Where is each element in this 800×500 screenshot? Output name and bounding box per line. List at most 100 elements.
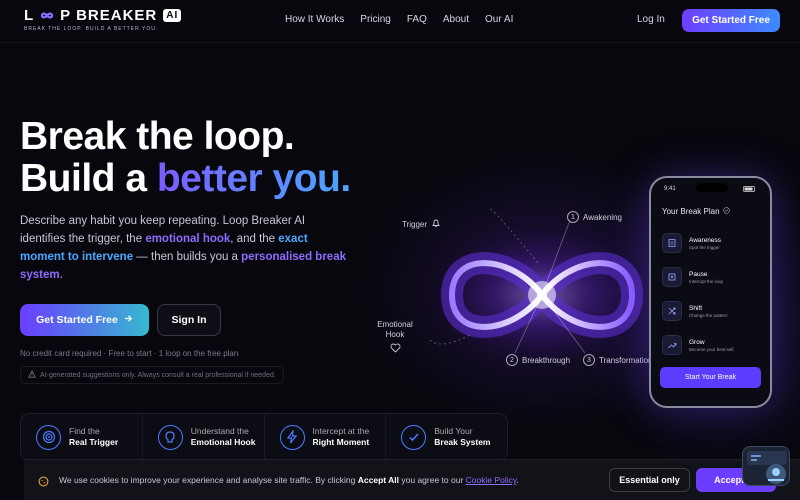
loop-label-emotional-hook: Emotional Hook (377, 320, 413, 356)
heart-icon (377, 343, 413, 356)
step-sub: Become your best self (689, 347, 734, 352)
phone-notch (696, 183, 728, 192)
nav-link-our-ai[interactable]: Our AI (485, 14, 513, 25)
step-number: 2 (506, 354, 518, 366)
logo-wordmark: P BREAKER (60, 7, 158, 24)
step-title: Shift (689, 305, 703, 312)
loop-label-transformation: 3 Transformation (583, 354, 653, 366)
start-your-break-button[interactable]: Start Your Break (660, 367, 761, 388)
plan-title-text: Your Break Plan (662, 207, 720, 216)
cookie-message: We use cookies to improve your experienc… (59, 475, 519, 485)
cookie-text-bold: Accept All (357, 475, 400, 485)
hero-note: No credit card required · Free to start … (20, 349, 239, 358)
arrow-right-icon (124, 314, 133, 326)
login-link[interactable]: Log In (637, 14, 665, 25)
hero-title: Break the loop. Build a better you. (20, 116, 351, 200)
awakening-text: Awakening (583, 212, 622, 222)
feature-break-system: Build Your Break System (386, 414, 507, 460)
hero-title-line2-a: Build a (20, 157, 157, 200)
phone-mockup: 9:41 Your Break Plan Awareness Spot the t… (649, 176, 772, 408)
essential-only-button[interactable]: Essential only (609, 468, 690, 492)
hero-description: Describe any habit you keep repeating. L… (20, 212, 350, 284)
plan-step-pause[interactable]: Pause Interrupt the loop (662, 260, 761, 294)
get-started-button[interactable]: Get Started Free (20, 304, 149, 336)
loop-label-awakening: 1 Awakening (567, 211, 622, 223)
battery-icon (743, 186, 757, 194)
desc-part: — then builds you a (133, 251, 242, 263)
sign-in-button[interactable]: Sign In (157, 304, 221, 336)
cookie-banner: We use cookies to improve your experienc… (24, 459, 800, 500)
warning-icon (28, 369, 36, 380)
plan-steps: Awareness Spot the trigger Pause Interrupt… (662, 226, 761, 362)
trigger-text: Trigger (402, 219, 428, 229)
hook-text: Hook (385, 330, 405, 339)
ai-disclaimer: AI-generated suggestions only. Always co… (20, 366, 284, 384)
nav-link-how-it-works[interactable]: How It Works (285, 14, 344, 25)
nav-get-started-button[interactable]: Get Started Free (682, 9, 780, 32)
top-nav: L P BREAKER AI BREAK THE LOOP. BUILD A B… (0, 0, 800, 42)
nav-links: How It Works Pricing FAQ About Our AI (285, 14, 513, 25)
feature-right-moment: Intercept at the Right Moment (265, 414, 387, 460)
feature-emotional-hook: Understand the Emotional Hook (143, 414, 265, 460)
plan-step-awareness[interactable]: Awareness Spot the trigger (662, 226, 761, 260)
breakthrough-text: Breakthrough (522, 355, 571, 365)
check-circle-icon (722, 207, 730, 216)
logo-tagline: BREAK THE LOOP. BUILD A BETTER YOU. (24, 26, 159, 32)
step-number: 3 (583, 354, 595, 366)
plan-step-shift[interactable]: Shift Change the pattern (662, 294, 761, 328)
hero-title-line2: Build a better you. (20, 158, 351, 200)
desc-part: . (59, 269, 63, 281)
logo-ai-badge: AI (163, 9, 182, 22)
cookie-text-part: . (516, 475, 519, 485)
cookie-icon (38, 474, 49, 492)
nav-divider (0, 42, 800, 43)
cookie-text-part: you agree to our (399, 475, 466, 485)
nav-link-faq[interactable]: FAQ (407, 14, 427, 25)
transformation-text: Transformation (599, 355, 653, 365)
target-icon (36, 424, 61, 450)
feature-bottom: Emotional Hook (190, 437, 256, 447)
feature-real-trigger: Find the Real Trigger (21, 414, 143, 460)
step-sub: Change the pattern (689, 313, 728, 318)
step-sub: Spot the trigger (689, 245, 720, 250)
step-title: Awareness (689, 237, 722, 244)
bell-icon (431, 218, 441, 230)
feature-top: Understand the (190, 426, 249, 436)
chat-bot-icon (747, 451, 787, 484)
cookie-policy-link[interactable]: Cookie Policy (466, 475, 517, 485)
infinity-logo-icon (37, 10, 57, 21)
notebook-icon (662, 233, 682, 253)
emotional-text: Emotional (377, 320, 413, 329)
phone-time: 9:41 (664, 186, 676, 192)
nav-link-about[interactable]: About (443, 14, 469, 25)
feature-top: Intercept at the (312, 426, 370, 436)
hero-title-highlight: better you. (156, 157, 351, 200)
desc-part: , and the (230, 233, 279, 245)
step-title: Pause (689, 271, 708, 278)
nav-link-pricing[interactable]: Pricing (360, 14, 391, 25)
step-number: 1 (567, 211, 579, 223)
feature-bottom: Right Moment (312, 437, 370, 447)
cookie-text-part: We use cookies to improve your experienc… (59, 475, 358, 485)
brain-icon (157, 424, 183, 450)
disclaimer-text: AI-generated suggestions only. Always co… (40, 371, 276, 379)
chat-widget-button[interactable] (742, 446, 790, 486)
step-title: Grow (689, 339, 705, 346)
plan-title: Your Break Plan (662, 207, 730, 216)
logo-letter: L (24, 7, 35, 24)
step-sub: Interrupt the loop (689, 279, 724, 284)
feature-top: Build Your (434, 426, 473, 436)
growth-chart-icon (662, 335, 682, 355)
get-started-label: Get Started Free (36, 314, 118, 326)
feature-top: Find the (69, 426, 100, 436)
hero-title-line1: Break the loop. (20, 115, 295, 158)
plan-step-grow[interactable]: Grow Become your best self (662, 328, 761, 362)
logo[interactable]: L P BREAKER AI BREAK THE LOOP. BUILD A B… (24, 7, 182, 32)
feature-bottom: Break System (434, 437, 491, 447)
loop-label-trigger: Trigger (402, 218, 441, 230)
check-icon (401, 424, 427, 450)
pause-icon (662, 267, 682, 287)
feature-strip: Find the Real Trigger Understand the Emoti… (20, 413, 508, 461)
desc-highlight-emotional-hook: emotional hook (145, 233, 231, 245)
feature-bottom: Real Trigger (69, 437, 119, 447)
